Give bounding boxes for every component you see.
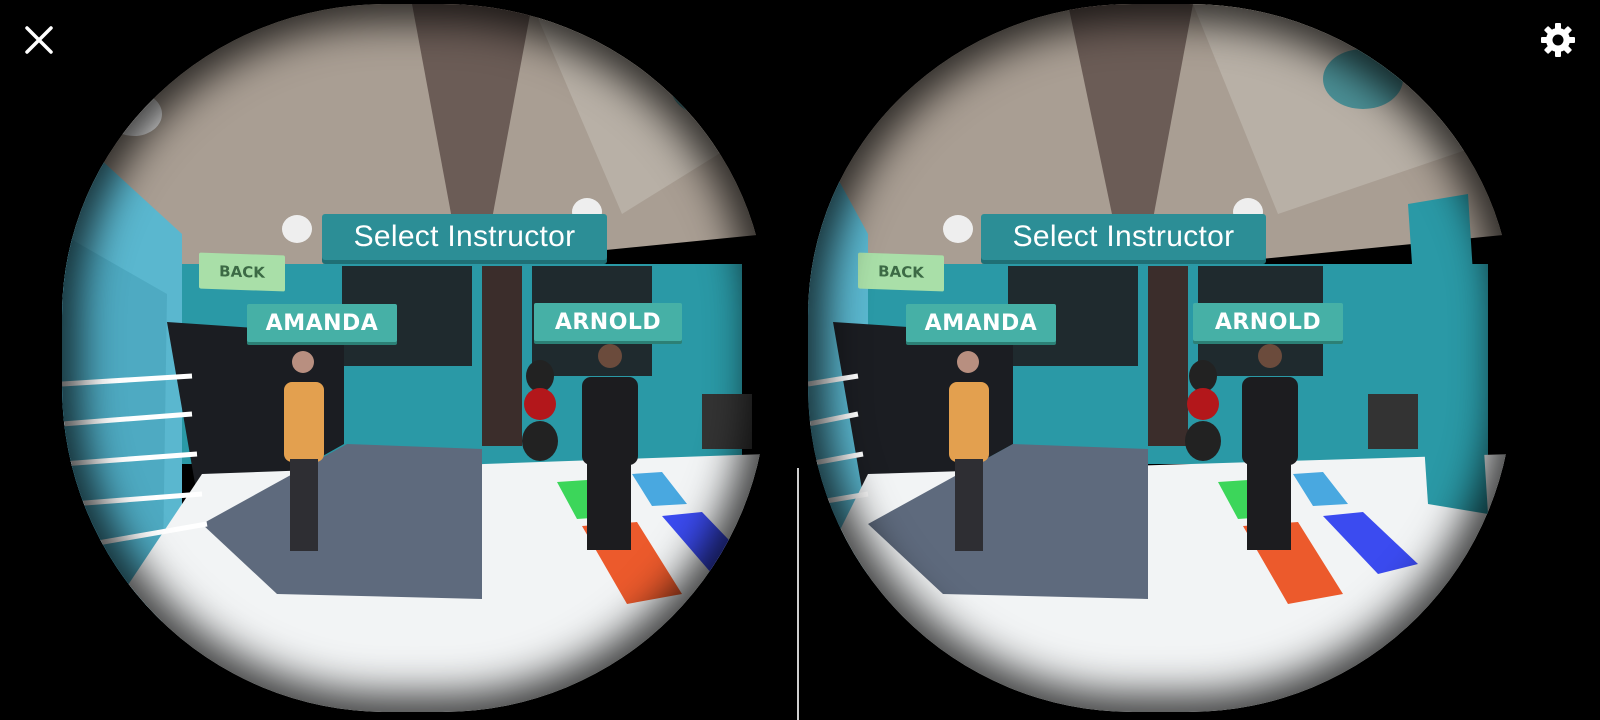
left-eye-view: Select Instructor BACK AMANDA ARNOLD <box>62 4 767 712</box>
arnold-instructor-button[interactable]: ARNOLD <box>534 303 682 341</box>
right-eye-view: Select Instructor BACK AMANDA ARNOLD <box>808 4 1513 712</box>
eye-divider <box>797 468 799 720</box>
amanda-instructor-button[interactable]: AMANDA <box>906 304 1056 342</box>
settings-button[interactable] <box>1536 18 1580 62</box>
gear-icon <box>1541 23 1575 57</box>
select-instructor-title: Select Instructor <box>322 214 607 260</box>
gym-scene-right <box>808 4 1513 712</box>
close-icon <box>25 26 53 54</box>
arnold-instructor-button[interactable]: ARNOLD <box>1193 303 1343 341</box>
close-button[interactable] <box>17 18 61 62</box>
back-button[interactable]: BACK <box>199 252 285 292</box>
amanda-instructor-button[interactable]: AMANDA <box>247 304 397 342</box>
gym-scene-left <box>62 4 767 712</box>
select-instructor-title: Select Instructor <box>981 214 1266 260</box>
back-button[interactable]: BACK <box>858 252 944 292</box>
